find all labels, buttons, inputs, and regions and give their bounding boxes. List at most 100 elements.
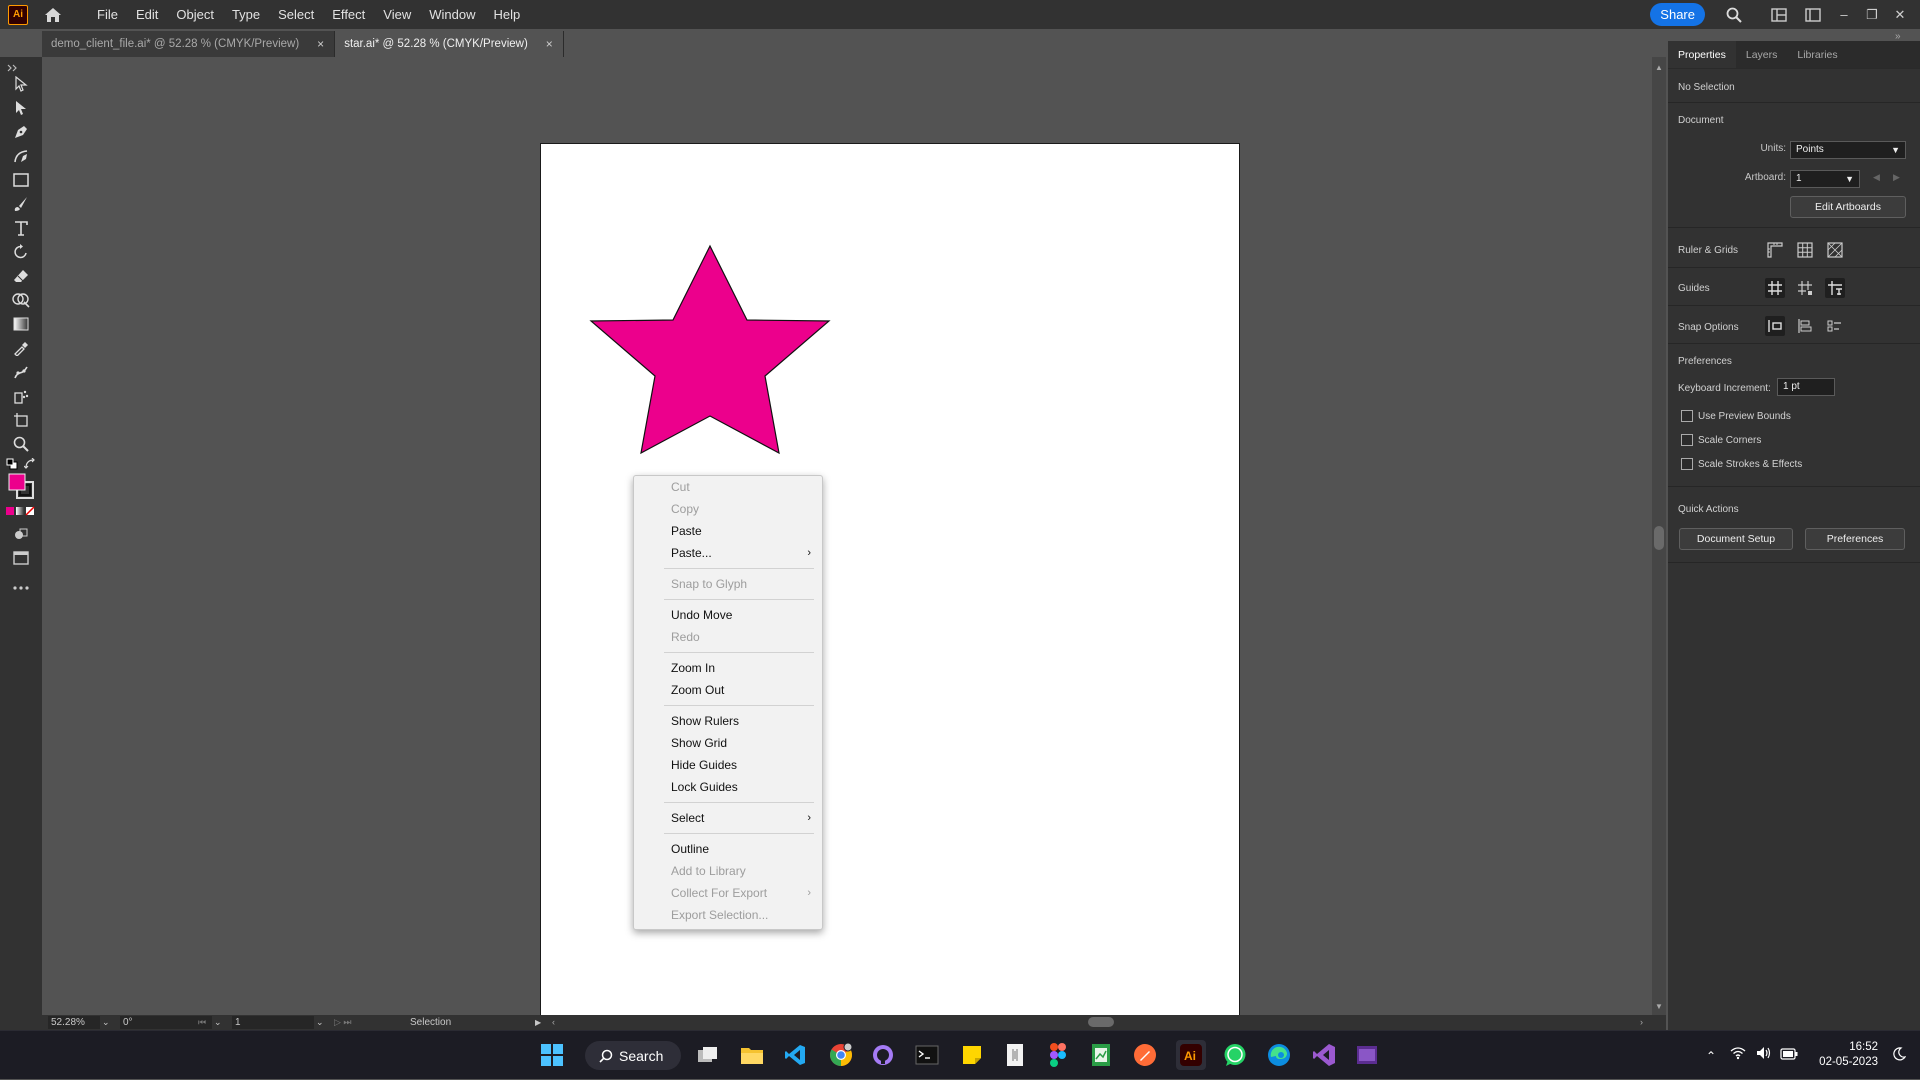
direct-selection-tool-icon[interactable] (10, 97, 32, 119)
close-icon[interactable]: ✕ (1886, 0, 1914, 29)
canvas-area[interactable] (42, 57, 1652, 1047)
ctx-lock-guides[interactable]: Lock Guides (634, 776, 824, 798)
menu-help[interactable]: Help (484, 0, 529, 29)
menu-effect[interactable]: Effect (323, 0, 374, 29)
smart-guides-icon[interactable] (1825, 278, 1845, 298)
arrange-documents-icon[interactable] (1769, 5, 1789, 25)
windows-start-icon[interactable] (537, 1040, 567, 1070)
task-view-icon[interactable] (693, 1040, 723, 1070)
selection-tool-icon[interactable] (10, 73, 32, 95)
puppet-warp-tool-icon[interactable] (10, 361, 32, 383)
document-viewer-icon[interactable] (1000, 1040, 1030, 1070)
pen-tool-icon[interactable] (10, 121, 32, 143)
chrome-icon[interactable] (826, 1040, 856, 1070)
symbol-sprayer-tool-icon[interactable] (10, 385, 32, 407)
vertical-scroll-thumb[interactable] (1654, 526, 1664, 550)
taskbar-clock[interactable]: 16:52 02-05-2023 (1819, 1040, 1878, 1070)
scroll-right-icon[interactable]: › (1640, 1016, 1643, 1029)
ctx-paste-more[interactable]: Paste... › (634, 542, 824, 564)
menu-file[interactable]: File (88, 0, 127, 29)
scroll-up-icon[interactable]: ▲ (1655, 63, 1663, 72)
zoom-dropdown-icon[interactable]: ⌄ (102, 1016, 110, 1029)
eraser-tool-icon[interactable] (10, 265, 32, 287)
ruler-icon[interactable] (1765, 240, 1785, 260)
fill-stroke-swatch[interactable] (6, 471, 36, 501)
menu-select[interactable]: Select (269, 0, 323, 29)
vscode-icon[interactable] (780, 1040, 810, 1070)
draw-mode-icon[interactable] (10, 523, 32, 545)
grid-icon[interactable] (1795, 240, 1815, 260)
notification-moon-icon[interactable] (1892, 1047, 1907, 1066)
ctx-undo-move[interactable]: Undo Move (634, 604, 824, 626)
screen-mode-icon[interactable] (10, 547, 32, 569)
minimize-icon[interactable]: – (1830, 0, 1858, 29)
sticky-notes-icon[interactable] (957, 1040, 987, 1070)
ctx-zoom-in[interactable]: Zoom In (634, 657, 824, 679)
visual-studio-icon[interactable] (1309, 1040, 1339, 1070)
transparency-grid-icon[interactable] (1825, 240, 1845, 260)
snap-to-point-icon[interactable] (1765, 316, 1785, 336)
zoom-tool-icon[interactable] (10, 433, 32, 455)
snap-to-glyph-icon[interactable] (1825, 316, 1845, 336)
taskbar-search-button[interactable]: Search (585, 1041, 681, 1070)
ctx-hide-guides[interactable]: Hide Guides (634, 754, 824, 776)
tab-properties[interactable]: Properties (1668, 41, 1736, 68)
edit-artboards-button[interactable]: Edit Artboards (1790, 196, 1906, 218)
paintbrush-tool-icon[interactable] (10, 193, 32, 215)
terminal-icon[interactable] (912, 1040, 942, 1070)
gradient-tool-icon[interactable] (10, 313, 32, 335)
tab-star[interactable]: star.ai* @ 52.28 % (CMYK/Preview) × (335, 31, 564, 57)
snap-to-pixel-icon[interactable] (1795, 316, 1815, 336)
curvature-tool-icon[interactable] (10, 145, 32, 167)
keyboard-increment-input[interactable]: 1 pt (1777, 378, 1835, 396)
default-fill-stroke-icon[interactable] (5, 457, 19, 471)
show-guides-icon[interactable] (1765, 278, 1785, 298)
postman-icon[interactable] (1130, 1040, 1160, 1070)
battery-icon[interactable] (1780, 1047, 1804, 1065)
whatsapp-icon[interactable] (1220, 1040, 1250, 1070)
ctx-paste[interactable]: Paste (634, 520, 824, 542)
tab-demo-client-file[interactable]: demo_client_file.ai* @ 52.28 % (CMYK/Pre… (42, 31, 336, 57)
close-tab-icon[interactable]: × (317, 37, 324, 51)
artboard-select[interactable]: 1 ▼ (1790, 170, 1860, 188)
menu-edit[interactable]: Edit (127, 0, 167, 29)
zoom-level-field[interactable]: 52.28% (48, 1016, 100, 1029)
ctx-select[interactable]: Select › (634, 807, 824, 829)
share-button[interactable]: Share (1650, 3, 1705, 26)
edge-icon[interactable] (1264, 1040, 1294, 1070)
eyedropper-tool-icon[interactable] (10, 337, 32, 359)
document-setup-button[interactable]: Document Setup (1679, 528, 1793, 550)
close-tab-icon[interactable]: × (546, 37, 553, 51)
rotate-tool-icon[interactable] (10, 241, 32, 263)
workspace-switcher-icon[interactable] (1803, 5, 1823, 25)
menu-object[interactable]: Object (167, 0, 223, 29)
ctx-outline[interactable]: Outline (634, 838, 824, 860)
home-icon[interactable] (42, 4, 64, 26)
use-preview-bounds-checkbox[interactable]: Use Preview Bounds (1681, 410, 1791, 422)
rotation-dropdown-icon[interactable]: ⌄ (214, 1016, 222, 1029)
menu-view[interactable]: View (374, 0, 420, 29)
volume-icon[interactable] (1756, 1046, 1780, 1065)
lock-guides-icon[interactable] (1795, 278, 1815, 298)
rectangle-tool-icon[interactable] (10, 169, 32, 191)
artboard-number-field[interactable]: 1 (232, 1016, 314, 1029)
artboard-tool-icon[interactable] (10, 409, 32, 431)
tab-layers[interactable]: Layers (1736, 41, 1788, 68)
horizontal-scroll-thumb[interactable] (1088, 1017, 1114, 1027)
search-icon[interactable] (1724, 5, 1744, 25)
type-tool-icon[interactable] (10, 217, 32, 239)
figma-icon[interactable] (1043, 1040, 1073, 1070)
swap-fill-stroke-icon[interactable] (23, 457, 37, 471)
ctx-show-rulers[interactable]: Show Rulers (634, 710, 824, 732)
menu-type[interactable]: Type (223, 0, 269, 29)
scroll-down-icon[interactable]: ▼ (1655, 1002, 1663, 1011)
expand-toolbar-icon[interactable] (6, 64, 20, 72)
star-shape[interactable] (589, 244, 831, 455)
show-hidden-icons-icon[interactable]: ⌃ (1700, 1049, 1722, 1063)
ctx-show-grid[interactable]: Show Grid (634, 732, 824, 754)
scale-strokes-effects-checkbox[interactable]: Scale Strokes & Effects (1681, 458, 1802, 470)
status-menu-arrow-icon[interactable]: ▶ (535, 1016, 541, 1029)
scroll-left-icon[interactable]: ‹ (552, 1016, 555, 1029)
ide-app-icon[interactable] (1352, 1040, 1382, 1070)
units-select[interactable]: Points ▼ (1790, 141, 1906, 159)
